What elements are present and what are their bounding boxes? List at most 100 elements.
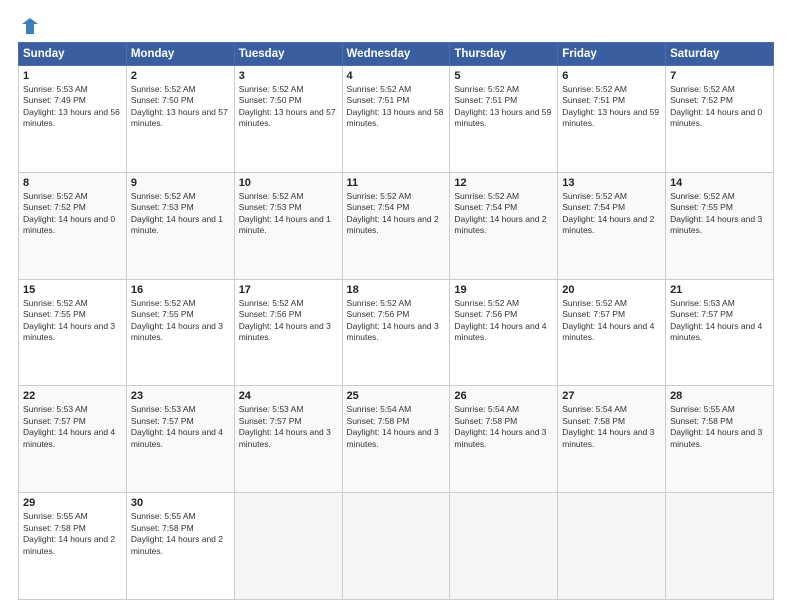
- calendar-header-row: Sunday Monday Tuesday Wednesday Thursday…: [19, 43, 774, 66]
- table-row: 9 Sunrise: 5:52 AMSunset: 7:53 PMDaylight…: [126, 172, 234, 279]
- day-number: 21: [670, 284, 769, 296]
- day-info: Sunrise: 5:52 AMSunset: 7:56 PMDaylight:…: [239, 298, 338, 344]
- day-info: Sunrise: 5:52 AMSunset: 7:51 PMDaylight:…: [562, 84, 661, 130]
- table-row: 28 Sunrise: 5:55 AMSunset: 7:58 PMDayligh…: [666, 386, 774, 493]
- day-info: Sunrise: 5:52 AMSunset: 7:53 PMDaylight:…: [239, 191, 338, 237]
- table-row: 24Sunrise: 5:53 AMSunset: 7:57 PMDayligh…: [234, 386, 342, 493]
- day-number: 16: [131, 284, 230, 296]
- day-number: 13: [562, 177, 661, 189]
- day-info: Sunrise: 5:52 AMSunset: 7:51 PMDaylight:…: [454, 84, 553, 130]
- day-info: Sunrise: 5:53 AMSunset: 7:49 PMDaylight:…: [23, 84, 122, 130]
- day-number: 10: [239, 177, 338, 189]
- day-info: Sunrise: 5:52 AMSunset: 7:56 PMDaylight:…: [454, 298, 553, 344]
- table-row: 30 Sunrise: 5:55 AMSunset: 7:58 PMDayligh…: [126, 493, 234, 600]
- day-info: Sunrise: 5:53 AMSunset: 7:57 PMDaylight:…: [239, 404, 338, 450]
- table-row: 5 Sunrise: 5:52 AMSunset: 7:51 PMDaylight…: [450, 66, 558, 173]
- logo-flag-icon: [20, 16, 40, 36]
- calendar-week-row: 15 Sunrise: 5:52 AMSunset: 7:55 PMDayligh…: [19, 279, 774, 386]
- table-row: 26Sunrise: 5:54 AMSunset: 7:58 PMDayligh…: [450, 386, 558, 493]
- table-row: 20Sunrise: 5:52 AMSunset: 7:57 PMDayligh…: [558, 279, 666, 386]
- table-row: 18 Sunrise: 5:52 AMSunset: 7:56 PMDayligh…: [342, 279, 450, 386]
- col-friday: Friday: [558, 43, 666, 66]
- day-info: Sunrise: 5:52 AMSunset: 7:54 PMDaylight:…: [454, 191, 553, 237]
- day-number: 5: [454, 70, 553, 82]
- day-info: Sunrise: 5:52 AMSunset: 7:51 PMDaylight:…: [347, 84, 446, 130]
- day-number: 2: [131, 70, 230, 82]
- table-row: 15Sunrise: 5:52 AMSunset: 7:55 PMDayligh…: [19, 279, 127, 386]
- day-number: 27: [562, 390, 661, 402]
- day-number: 15: [23, 284, 122, 296]
- day-info: Sunrise: 5:53 AMSunset: 7:57 PMDaylight:…: [670, 298, 769, 344]
- day-number: 1: [23, 70, 122, 82]
- table-row: [450, 493, 558, 600]
- day-info: Sunrise: 5:52 AMSunset: 7:55 PMDaylight:…: [670, 191, 769, 237]
- table-row: [558, 493, 666, 600]
- day-number: 11: [347, 177, 446, 189]
- table-row: 16 Sunrise: 5:52 AMSunset: 7:55 PMDayligh…: [126, 279, 234, 386]
- table-row: 22 Sunrise: 5:53 AMSunset: 7:57 PMDayligh…: [19, 386, 127, 493]
- day-number: 4: [347, 70, 446, 82]
- day-number: 23: [131, 390, 230, 402]
- table-row: 11Sunrise: 5:52 AMSunset: 7:54 PMDayligh…: [342, 172, 450, 279]
- day-number: 29: [23, 497, 122, 509]
- day-number: 14: [670, 177, 769, 189]
- day-info: Sunrise: 5:52 AMSunset: 7:50 PMDaylight:…: [131, 84, 230, 130]
- day-info: Sunrise: 5:52 AMSunset: 7:56 PMDaylight:…: [347, 298, 446, 344]
- day-info: Sunrise: 5:52 AMSunset: 7:53 PMDaylight:…: [131, 191, 230, 237]
- calendar-week-row: 22 Sunrise: 5:53 AMSunset: 7:57 PMDayligh…: [19, 386, 774, 493]
- day-info: Sunrise: 5:52 AMSunset: 7:57 PMDaylight:…: [562, 298, 661, 344]
- table-row: 13 Sunrise: 5:52 AMSunset: 7:54 PMDayligh…: [558, 172, 666, 279]
- day-number: 30: [131, 497, 230, 509]
- table-row: 4 Sunrise: 5:52 AMSunset: 7:51 PMDaylight…: [342, 66, 450, 173]
- day-info: Sunrise: 5:54 AMSunset: 7:58 PMDaylight:…: [562, 404, 661, 450]
- day-number: 6: [562, 70, 661, 82]
- day-number: 18: [347, 284, 446, 296]
- table-row: 14 Sunrise: 5:52 AMSunset: 7:55 PMDayligh…: [666, 172, 774, 279]
- calendar-table: Sunday Monday Tuesday Wednesday Thursday…: [18, 42, 774, 600]
- day-info: Sunrise: 5:52 AMSunset: 7:55 PMDaylight:…: [131, 298, 230, 344]
- day-info: Sunrise: 5:52 AMSunset: 7:54 PMDaylight:…: [562, 191, 661, 237]
- table-row: 21 Sunrise: 5:53 AMSunset: 7:57 PMDayligh…: [666, 279, 774, 386]
- col-thursday: Thursday: [450, 43, 558, 66]
- table-row: 3 Sunrise: 5:52 AMSunset: 7:50 PMDaylight…: [234, 66, 342, 173]
- day-info: Sunrise: 5:52 AMSunset: 7:50 PMDaylight:…: [239, 84, 338, 130]
- table-row: 27 Sunrise: 5:54 AMSunset: 7:58 PMDayligh…: [558, 386, 666, 493]
- day-info: Sunrise: 5:55 AMSunset: 7:58 PMDaylight:…: [131, 511, 230, 557]
- calendar-week-row: 29 Sunrise: 5:55 AMSunset: 7:58 PMDayligh…: [19, 493, 774, 600]
- header-row: [18, 16, 774, 36]
- calendar-week-row: 1 Sunrise: 5:53 AMSunset: 7:49 PMDaylight…: [19, 66, 774, 173]
- day-number: 12: [454, 177, 553, 189]
- calendar-page: Sunday Monday Tuesday Wednesday Thursday…: [0, 0, 792, 612]
- col-tuesday: Tuesday: [234, 43, 342, 66]
- day-number: 3: [239, 70, 338, 82]
- day-number: 28: [670, 390, 769, 402]
- day-number: 22: [23, 390, 122, 402]
- day-number: 19: [454, 284, 553, 296]
- table-row: 17Sunrise: 5:52 AMSunset: 7:56 PMDayligh…: [234, 279, 342, 386]
- day-info: Sunrise: 5:55 AMSunset: 7:58 PMDaylight:…: [23, 511, 122, 557]
- table-row: 8Sunrise: 5:52 AMSunset: 7:52 PMDaylight…: [19, 172, 127, 279]
- day-info: Sunrise: 5:55 AMSunset: 7:58 PMDaylight:…: [670, 404, 769, 450]
- day-info: Sunrise: 5:54 AMSunset: 7:58 PMDaylight:…: [347, 404, 446, 450]
- table-row: 7Sunrise: 5:52 AMSunset: 7:52 PMDaylight…: [666, 66, 774, 173]
- table-row: 12 Sunrise: 5:52 AMSunset: 7:54 PMDayligh…: [450, 172, 558, 279]
- col-saturday: Saturday: [666, 43, 774, 66]
- col-sunday: Sunday: [19, 43, 127, 66]
- table-row: [342, 493, 450, 600]
- table-row: 19 Sunrise: 5:52 AMSunset: 7:56 PMDayligh…: [450, 279, 558, 386]
- day-info: Sunrise: 5:53 AMSunset: 7:57 PMDaylight:…: [23, 404, 122, 450]
- day-info: Sunrise: 5:54 AMSunset: 7:58 PMDaylight:…: [454, 404, 553, 450]
- calendar-week-row: 8Sunrise: 5:52 AMSunset: 7:52 PMDaylight…: [19, 172, 774, 279]
- day-info: Sunrise: 5:52 AMSunset: 7:52 PMDaylight:…: [670, 84, 769, 130]
- table-row: 1 Sunrise: 5:53 AMSunset: 7:49 PMDaylight…: [19, 66, 127, 173]
- day-info: Sunrise: 5:52 AMSunset: 7:52 PMDaylight:…: [23, 191, 122, 237]
- table-row: 6 Sunrise: 5:52 AMSunset: 7:51 PMDaylight…: [558, 66, 666, 173]
- table-row: 10 Sunrise: 5:52 AMSunset: 7:53 PMDayligh…: [234, 172, 342, 279]
- col-wednesday: Wednesday: [342, 43, 450, 66]
- col-monday: Monday: [126, 43, 234, 66]
- logo: [18, 16, 40, 36]
- table-row: 25Sunrise: 5:54 AMSunset: 7:58 PMDayligh…: [342, 386, 450, 493]
- day-number: 9: [131, 177, 230, 189]
- table-row: 29 Sunrise: 5:55 AMSunset: 7:58 PMDayligh…: [19, 493, 127, 600]
- table-row: 23Sunrise: 5:53 AMSunset: 7:57 PMDayligh…: [126, 386, 234, 493]
